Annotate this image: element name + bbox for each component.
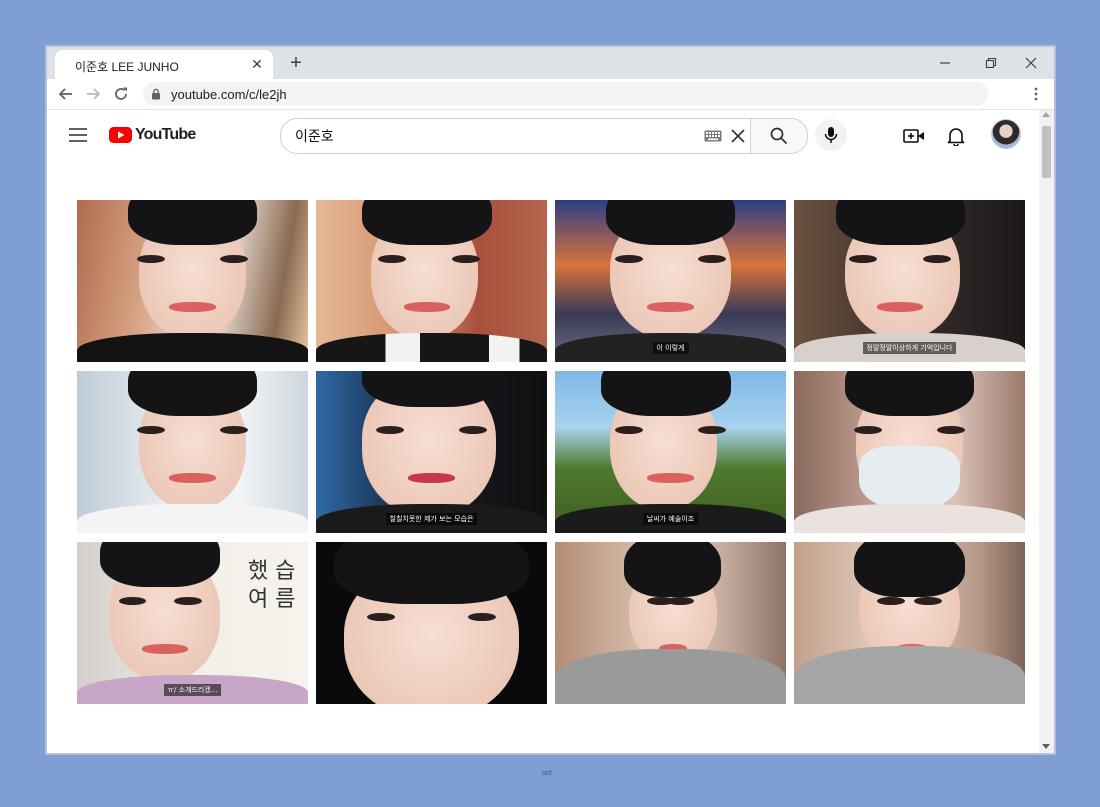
forward-button[interactable] [81,82,105,106]
reload-icon [115,87,127,100]
search-input[interactable] [281,119,701,153]
scroll-up-arrow-icon[interactable] [1042,112,1050,117]
thumbnail-caption: ㅠ/ 소개드리겠... [163,684,222,696]
video-thumbnail[interactable] [316,542,547,704]
search-box [280,118,808,154]
video-thumbnail[interactable] [77,200,308,362]
back-button[interactable] [54,82,78,106]
page-scrollbar[interactable] [1039,110,1054,753]
minimize-button[interactable] [922,49,968,77]
video-thumbnail[interactable] [555,542,786,704]
close-window-button[interactable] [1008,49,1054,77]
notifications-button[interactable] [944,124,968,148]
video-thumbnail[interactable] [794,371,1025,533]
scroll-down-arrow-icon[interactable] [1042,744,1050,749]
youtube-logo[interactable]: YouTube [109,126,196,144]
create-video-icon [903,129,924,143]
video-thumbnail[interactable]: 이 이렇게 [555,200,786,362]
browser-window: 이준호 LEE JUNHO ✕ + youtube.com/c/le2jh Yo… [46,46,1055,754]
arrow-left-icon [58,88,72,100]
thumbnail-caption: 정말정말이상하게 기억입니다 [862,342,957,354]
video-thumbnail[interactable] [77,371,308,533]
video-thumbnail[interactable]: 했 습여 름 ㅠ/ 소개드리겠... [77,542,308,704]
watermark: oct [542,770,552,777]
video-thumbnail[interactable]: 칠칠치못한 제가 보는 모습은 [316,371,547,533]
thumbnail-caption: 칠칠치못한 제가 보는 모습은 [385,513,478,525]
video-thumbnail[interactable]: 정말정말이상하게 기억입니다 [794,200,1025,362]
browser-toolbar: youtube.com/c/le2jh [47,79,1054,110]
bell-icon [947,128,965,146]
search-button[interactable] [750,119,807,153]
youtube-header: YouTube [47,110,1039,162]
browser-tab[interactable]: 이준호 LEE JUNHO ✕ [55,50,273,79]
video-thumbnail[interactable] [316,200,547,362]
tab-close-icon[interactable]: ✕ [249,56,265,72]
mic-icon [824,127,838,143]
browser-menu-button[interactable] [1028,83,1044,105]
menu-icon[interactable] [67,125,89,145]
scroll-thumb[interactable] [1042,126,1051,178]
avatar[interactable] [991,119,1021,149]
close-icon [1025,57,1037,69]
logo-text: YouTube [135,126,196,143]
create-button[interactable] [902,124,926,148]
video-thumbnail[interactable]: 날씨가 예술이죠 [555,371,786,533]
thumbnail-caption: 날씨가 예술이죠 [642,513,699,525]
arrow-right-icon [87,88,101,100]
url-text: youtube.com/c/le2jh [171,87,287,102]
youtube-play-icon [109,127,132,143]
lock-icon [152,88,160,100]
voice-search-button[interactable] [815,119,847,151]
tab-strip: 이준호 LEE JUNHO ✕ + [47,47,1054,79]
wall-text: 했 습여 름 [247,559,296,613]
thumbnail-grid: 이 이렇게 정말정말이상하게 기억입니다 칠칠치못한 제가 보는 모습은 날씨가… [77,200,1025,704]
new-tab-button[interactable]: + [285,52,307,74]
reload-button[interactable] [109,82,133,106]
minimize-icon [940,62,950,64]
more-vert-icon [1034,87,1038,101]
search-icon [770,127,788,145]
clear-icon[interactable] [729,127,747,145]
video-thumbnail[interactable] [794,542,1025,704]
keyboard-icon[interactable] [704,130,722,142]
tab-title: 이준호 LEE JUNHO [75,60,179,74]
thumbnail-caption: 이 이렇게 [652,342,689,354]
address-bar[interactable]: youtube.com/c/le2jh [143,82,988,106]
restore-icon [985,57,997,69]
